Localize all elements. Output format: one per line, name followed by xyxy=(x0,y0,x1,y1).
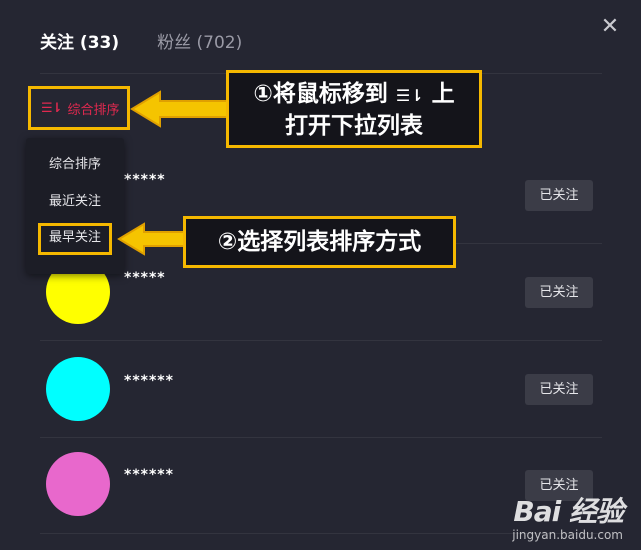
annotation-arrow-icon xyxy=(130,90,229,128)
annotation-line: ①将鼠标移到 ☰⇂ 上 xyxy=(229,79,479,111)
tab-followers[interactable]: 粉丝 (702) xyxy=(157,28,242,53)
sort-icon: ☰⇂ xyxy=(41,100,63,116)
tab-following[interactable]: 关注 (33) xyxy=(40,28,119,53)
sort-dropdown-menu: 综合排序 最近关注 最早关注 xyxy=(26,138,124,274)
username[interactable]: ***** xyxy=(124,172,166,188)
sort-option-earliest[interactable]: 最早关注 xyxy=(38,223,112,255)
username[interactable]: ****** xyxy=(124,467,174,483)
watermark: Bai 经验 jingyan.baidu.com xyxy=(512,490,624,542)
sort-current-label: 综合排序 xyxy=(67,102,120,118)
following-panel: 关注 (33) 粉丝 (702) ✕ ☰⇂ 综合排序 ***** 已关注 ***… xyxy=(0,0,641,550)
watermark-url: jingyan.baidu.com xyxy=(512,528,623,542)
annotation-callout-step1: ①将鼠标移到 ☰⇂ 上 打开下拉列表 xyxy=(226,70,482,148)
followed-button[interactable]: 已关注 xyxy=(525,277,593,308)
sort-dropdown-trigger[interactable]: ☰⇂ 综合排序 xyxy=(28,86,130,130)
avatar[interactable] xyxy=(46,452,110,516)
annotation-text: ①将鼠标移到 xyxy=(253,81,388,107)
sort-option-recent[interactable]: 最近关注 xyxy=(26,187,124,217)
sort-option-comprehensive[interactable]: 综合排序 xyxy=(26,150,124,180)
username[interactable]: ****** xyxy=(124,373,174,389)
tab-bar: 关注 (33) 粉丝 (702) xyxy=(40,28,242,53)
avatar[interactable] xyxy=(46,357,110,421)
watermark-logo: Bai 经验 xyxy=(512,490,624,530)
close-icon[interactable]: ✕ xyxy=(597,14,623,40)
annotation-text: 打开下拉列表 xyxy=(285,113,423,139)
sort-icon: ☰⇂ xyxy=(395,86,424,105)
watermark-logo-text: Bai 经验 xyxy=(513,495,624,528)
annotation-callout-step2: ②选择列表排序方式 xyxy=(183,216,456,268)
username[interactable]: ***** xyxy=(124,270,166,286)
followed-button[interactable]: 已关注 xyxy=(525,180,593,211)
annotation-arrow-icon xyxy=(117,222,187,256)
annotation-text: 上 xyxy=(431,81,455,107)
follow-row: ****** 已关注 xyxy=(0,341,641,437)
followed-button[interactable]: 已关注 xyxy=(525,374,593,405)
